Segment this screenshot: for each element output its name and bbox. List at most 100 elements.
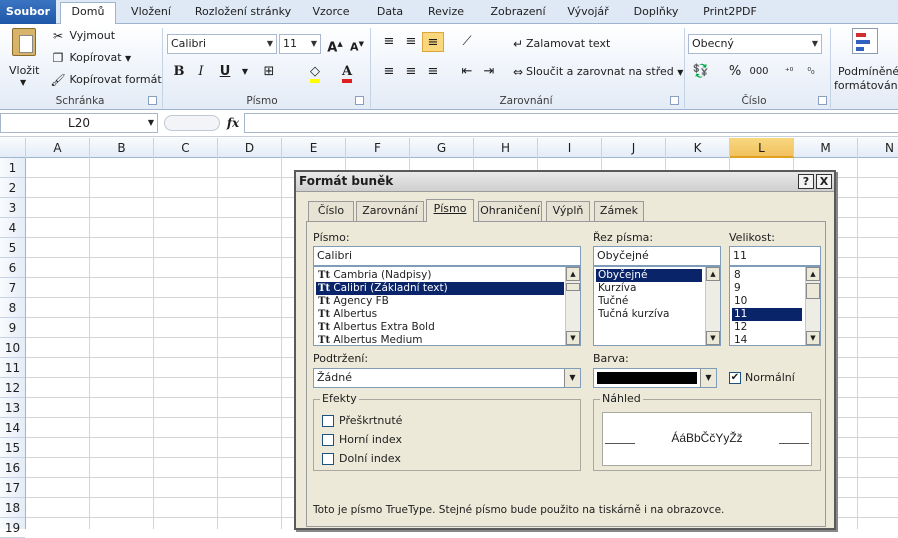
tab-border[interactable]: Ohraničení (478, 201, 542, 221)
list-item[interactable]: Tt Albertus Medium (316, 334, 564, 345)
percent-button[interactable]: % (724, 62, 746, 82)
orientation-icon[interactable]: ⟋ (456, 32, 478, 52)
list-item[interactable]: 14 (732, 334, 802, 345)
list-item[interactable]: Tt Cambria (Nadpisy) (316, 269, 564, 282)
list-item[interactable]: 12 (732, 321, 802, 334)
row-header-2[interactable]: 2 (0, 178, 25, 198)
help-button[interactable]: ? (798, 174, 814, 189)
borders-icon[interactable]: ⊞ (258, 62, 280, 82)
list-item[interactable]: Tučné (596, 295, 702, 308)
grow-font-icon[interactable]: A▲ (324, 34, 346, 55)
number-format-combo[interactable]: Obecný ▼ (688, 34, 822, 54)
tab-page-layout[interactable]: Rozložení stránky (188, 3, 298, 24)
scroll-thumb[interactable] (566, 283, 580, 291)
row-header-14[interactable]: 14 (0, 418, 25, 438)
scroll-thumb[interactable] (806, 283, 820, 299)
column-header-i[interactable]: I (538, 138, 602, 158)
list-item[interactable]: Kurzíva (596, 282, 702, 295)
tab-insert[interactable]: Vložení (122, 3, 180, 24)
column-header-d[interactable]: D (218, 138, 282, 158)
tab-alignment[interactable]: Zarovnání (356, 201, 424, 221)
decrease-decimal-icon[interactable]: ⁰₀ (800, 62, 822, 82)
list-item[interactable]: 8 (732, 269, 802, 282)
number-launcher-icon[interactable] (818, 96, 827, 105)
tab-number[interactable]: Číslo (308, 201, 354, 221)
scroll-up-icon[interactable]: ▲ (706, 267, 720, 281)
row-header-3[interactable]: 3 (0, 198, 25, 218)
row-header-7[interactable]: 7 (0, 278, 25, 298)
scroll-up-icon[interactable]: ▲ (806, 267, 820, 281)
column-header-b[interactable]: B (90, 138, 154, 158)
style-list-scrollbar[interactable]: ▲ ▼ (705, 267, 720, 345)
row-header-18[interactable]: 18 (0, 498, 25, 518)
align-left-icon[interactable]: ≡ (378, 62, 400, 82)
list-item[interactable]: Tt Albertus (316, 308, 564, 321)
size-field[interactable]: 11 (729, 246, 821, 266)
row-header-15[interactable]: 15 (0, 438, 25, 458)
align-center-icon[interactable]: ≡ (400, 62, 422, 82)
row-header-17[interactable]: 17 (0, 478, 25, 498)
align-middle-icon[interactable]: ≡ (400, 32, 422, 52)
font-color-icon[interactable]: A (336, 62, 358, 83)
wrap-text-button[interactable]: ↵ Zalamovat text (510, 36, 610, 52)
scroll-up-icon[interactable]: ▲ (566, 267, 580, 281)
size-list-scrollbar[interactable]: ▲ ▼ (805, 267, 820, 345)
merge-center-button[interactable]: ⇔ Sloučit a zarovnat na střed ▼ (510, 64, 683, 81)
strikethrough-checkbox[interactable] (322, 415, 334, 427)
font-list[interactable]: Tt Cambria (Nadpisy) Tt Calibri (Základn… (313, 266, 581, 346)
align-bottom-icon[interactable]: ≡ (422, 32, 444, 52)
scroll-down-icon[interactable]: ▼ (566, 331, 580, 345)
increase-decimal-icon[interactable]: ⁺⁰ (778, 62, 800, 82)
scroll-down-icon[interactable]: ▼ (706, 331, 720, 345)
list-item[interactable]: Tt Calibri (Základní text) (316, 282, 564, 295)
font-name-field[interactable]: Calibri (313, 246, 581, 266)
column-header-l[interactable]: L (730, 138, 794, 158)
row-header-12[interactable]: 12 (0, 378, 25, 398)
shrink-font-icon[interactable]: A▼ (346, 34, 368, 54)
row-header-1[interactable]: 1 (0, 158, 25, 178)
tab-file[interactable]: Soubor (0, 0, 56, 24)
tab-view[interactable]: Zobrazení (482, 3, 554, 24)
formula-zoom-handle[interactable] (164, 115, 220, 131)
row-header-4[interactable]: 4 (0, 218, 25, 238)
increase-indent-icon[interactable]: ⇥ (478, 62, 500, 82)
row-header-19[interactable]: 19 (0, 518, 25, 538)
currency-icon[interactable]: 💱 (690, 62, 712, 82)
format-painter-button[interactable]: 🖌 Kopírovat formát (50, 72, 161, 88)
tab-protection[interactable]: Zámek (594, 201, 644, 221)
row-header-13[interactable]: 13 (0, 398, 25, 418)
column-header-k[interactable]: K (666, 138, 730, 158)
underline-icon[interactable]: U (214, 62, 236, 82)
tab-font[interactable]: Písmo (426, 199, 474, 222)
subscript-checkbox[interactable] (322, 453, 334, 465)
tab-formulas[interactable]: Vzorce (306, 3, 356, 24)
row-header-16[interactable]: 16 (0, 458, 25, 478)
color-select[interactable]: ▼ (593, 368, 717, 388)
column-header-f[interactable]: F (346, 138, 410, 158)
tab-data[interactable]: Data (368, 3, 412, 24)
font-size-combo[interactable]: 11 ▼ (279, 34, 321, 54)
column-header-n[interactable]: N (858, 138, 898, 158)
column-header-j[interactable]: J (602, 138, 666, 158)
superscript-checkbox[interactable] (322, 434, 334, 446)
name-box[interactable]: L20 ▼ (0, 113, 158, 133)
tab-home[interactable]: Domů (60, 2, 116, 24)
conditional-formatting-label-2[interactable]: formátování (834, 78, 898, 94)
list-item[interactable]: 9 (732, 282, 802, 295)
row-header-9[interactable]: 9 (0, 318, 25, 338)
column-header-m[interactable]: M (794, 138, 858, 158)
row-header-11[interactable]: 11 (0, 358, 25, 378)
copy-button[interactable]: ❐ Kopírovat ▼ (50, 50, 132, 67)
close-button[interactable]: X (816, 174, 832, 189)
scroll-down-icon[interactable]: ▼ (806, 331, 820, 345)
size-list[interactable]: 8 9 10 11 12 14 ▲ ▼ (729, 266, 821, 346)
normal-font-checkbox[interactable]: ✔ (729, 372, 741, 384)
list-item[interactable]: Tt Albertus Extra Bold (316, 321, 564, 334)
row-header-6[interactable]: 6 (0, 258, 25, 278)
formula-input[interactable] (244, 113, 898, 133)
row-header-8[interactable]: 8 (0, 298, 25, 318)
column-header-c[interactable]: C (154, 138, 218, 158)
alignment-launcher-icon[interactable] (670, 96, 679, 105)
underline-select[interactable]: Žádné ▼ (313, 368, 581, 388)
decrease-indent-icon[interactable]: ⇤ (456, 62, 478, 82)
